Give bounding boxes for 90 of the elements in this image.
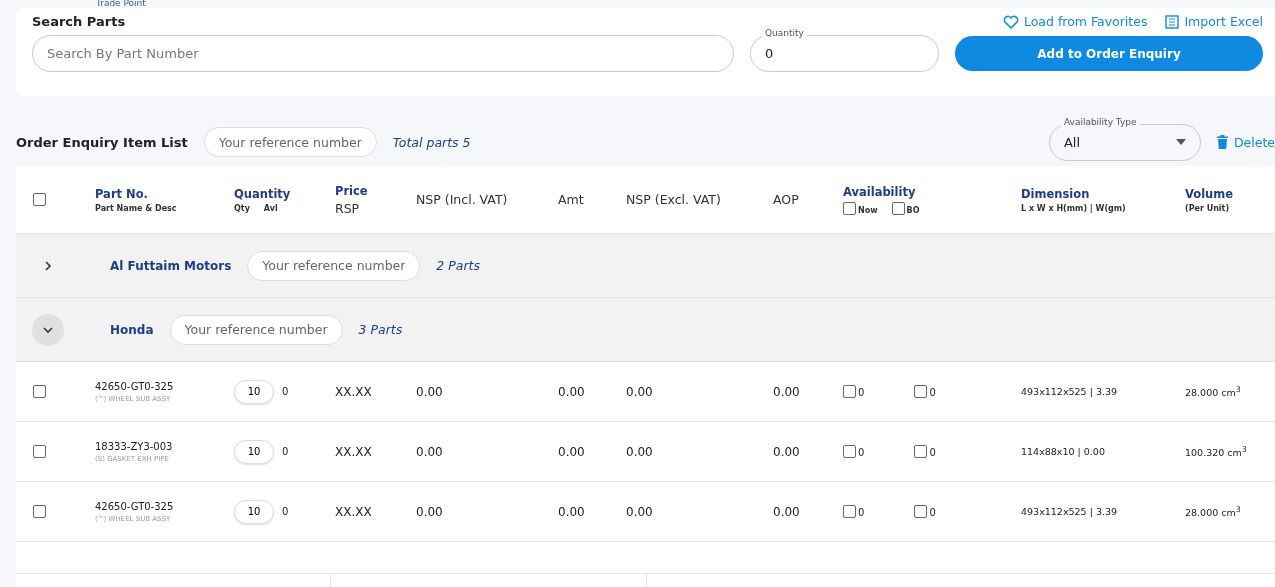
total-parts: Total parts 5 [392, 134, 471, 150]
table-cell-text: 0.00 [626, 384, 654, 399]
availability-checkbox[interactable] [914, 385, 928, 398]
table-cell-text: 0.00 [558, 384, 586, 399]
column-title: NSP (Incl. VAT) [416, 192, 509, 207]
delete-button[interactable]: Delete [1216, 134, 1275, 150]
field-label: Availability Type [1060, 116, 1140, 127]
dropdown-caret-icon [1175, 139, 1186, 145]
table-cell-text: XX.XX [335, 384, 373, 399]
column-title: AOP [773, 192, 800, 207]
column-title: Availability [843, 184, 917, 199]
reference-field[interactable]: Your reference number [169, 314, 343, 345]
table-cell-text: XX.XX [335, 444, 373, 459]
available-count: 0 [282, 446, 289, 457]
table-cell-text: 28.000 cm$^{3}$ [1185, 384, 1242, 399]
spreadsheet-icon [1165, 14, 1180, 29]
trash-icon [1216, 135, 1228, 149]
column-title: Part No. [95, 186, 149, 201]
row-checkbox[interactable] [33, 385, 46, 398]
column-title: RSP [335, 200, 361, 216]
group-name: Al Futtaim Motors [110, 258, 232, 273]
availability-count: 0 [929, 447, 936, 458]
table-cell-text: 0.00 [626, 504, 654, 519]
availability-checkbox[interactable] [914, 505, 928, 518]
availability-count: 0 [929, 387, 936, 398]
table-cell-text: 114x88x10 | 0.00 [1021, 446, 1106, 457]
availability-count: 0 [858, 447, 865, 458]
quantity-input[interactable]: 10 [234, 499, 274, 524]
brand-name: Trade Point [96, 0, 146, 8]
toolbar-link[interactable]: Load from Favorites [1002, 14, 1148, 29]
table-cell-text: 493x112x525 | 3.39 [1021, 386, 1119, 397]
availability-count: 0 [929, 507, 936, 518]
column-subtitle: Avl [263, 203, 278, 213]
checkbox-label: BO [906, 205, 920, 215]
group-name: Honda [110, 322, 154, 337]
column-title: Quantity [234, 186, 292, 201]
column-title: NSP (Excl. VAT) [626, 192, 722, 207]
checkbox[interactable] [843, 201, 856, 215]
field-label: Quantity [762, 28, 807, 38]
reference-field[interactable]: Your reference number [247, 250, 421, 281]
section-title: Order Enquiry Item List [16, 134, 188, 150]
column-subtitle: Part Name & Desc [95, 203, 178, 213]
chevron-right-icon [42, 259, 54, 272]
column-title: Price [335, 183, 369, 198]
column-subtitle: Qty [234, 203, 250, 213]
table-cell-text: 28.000 cm$^{3}$ [1185, 504, 1242, 519]
section-title: Search Parts [32, 14, 126, 29]
search-field[interactable]: Search By Part Number [32, 35, 734, 72]
availability-checkbox[interactable] [843, 505, 856, 518]
table-cell-text: XX.XX [335, 504, 373, 519]
quantity-input[interactable]: 10 [234, 439, 274, 464]
table-cell-text: 0.00 [558, 444, 586, 459]
reference-field[interactable]: Your reference number [203, 127, 377, 157]
column-subtitle: (Per Unit) [1185, 203, 1231, 213]
column-subtitle: L x W x H(mm) | W(gm) [1021, 203, 1127, 213]
column-title: Volume [1185, 186, 1235, 201]
table-cell-text: 0.00 [773, 444, 801, 459]
availability-count: 0 [858, 507, 865, 518]
table-cell-text: 0.00 [626, 444, 654, 459]
table-cell-text: 0.00 [773, 504, 801, 519]
checkbox-label: Now [858, 205, 878, 215]
table-cell-text: 493x112x525 | 3.39 [1021, 506, 1119, 517]
availability-checkbox[interactable] [843, 385, 856, 398]
column-title: Dimension [1021, 186, 1091, 201]
part-number: 42650-GT0-325 [95, 500, 175, 512]
quantity-input[interactable]: 10 [234, 379, 274, 404]
table-cell-text: 0.00 [558, 504, 586, 519]
expand-toggle[interactable] [32, 313, 64, 346]
table-cell-text: 0.00 [773, 384, 801, 399]
row-checkbox[interactable] [33, 445, 46, 458]
available-count: 0 [282, 506, 289, 517]
available-count: 0 [282, 386, 289, 397]
table-cell-text: 100.320 cm$^{3}$ [1185, 444, 1248, 459]
table-cell-text: 0.00 [416, 504, 444, 519]
checkbox[interactable] [891, 201, 905, 215]
table-cell-text: 0.00 [416, 384, 444, 399]
toolbar-link[interactable]: Import Excel [1165, 14, 1263, 29]
row-checkbox[interactable] [33, 505, 46, 518]
add-to-order-button[interactable]: Add to Order Enquiry [955, 36, 1263, 71]
availability-count: 0 [858, 387, 865, 398]
table-cell-text: 0.00 [416, 444, 444, 459]
availability-checkbox[interactable] [843, 445, 856, 458]
heart-icon [1002, 14, 1019, 29]
parts-count: 2 Parts [436, 258, 480, 273]
column-title: Amt [558, 192, 585, 207]
part-number: 42650-GT0-325 [95, 380, 175, 392]
availability-checkbox[interactable] [914, 445, 928, 458]
part-number: 18333-ZY3-003 [95, 440, 174, 452]
select-all-checkbox[interactable] [33, 193, 46, 206]
parts-count: 3 Parts [358, 322, 403, 337]
